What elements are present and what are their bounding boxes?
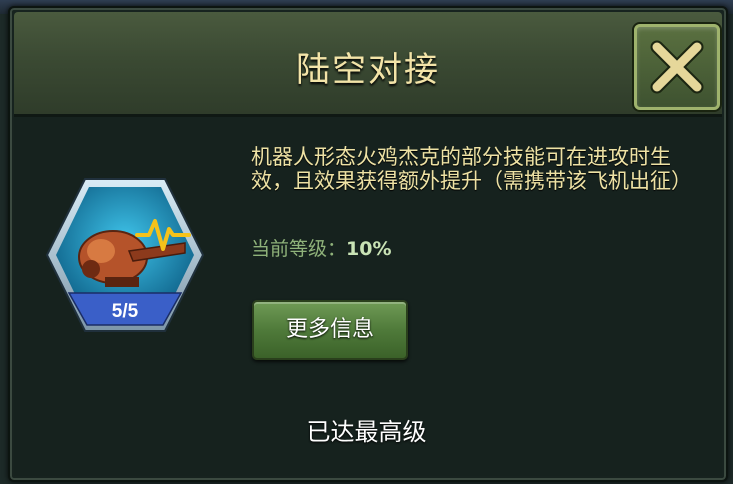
close-icon bbox=[650, 40, 704, 94]
more-info-button[interactable]: 更多信息 bbox=[252, 300, 408, 360]
dialog-title: 陆空对接 bbox=[296, 50, 440, 90]
dialog-header: 陆空对接 bbox=[14, 12, 722, 117]
badge-progress: 5/5 bbox=[112, 301, 139, 322]
level-value: 10% bbox=[346, 238, 392, 260]
close-button[interactable] bbox=[634, 24, 720, 110]
skill-badge[interactable]: 5/5 bbox=[45, 175, 205, 335]
skill-description: 机器人形态火鸡杰克的部分技能可在进攻时生效，且效果获得额外提升（需携带该飞机出征… bbox=[251, 145, 692, 193]
level-row: 当前等级：10% bbox=[251, 234, 392, 261]
max-level-status: 已达最高级 bbox=[306, 418, 427, 446]
level-label: 当前等级： bbox=[251, 238, 347, 260]
